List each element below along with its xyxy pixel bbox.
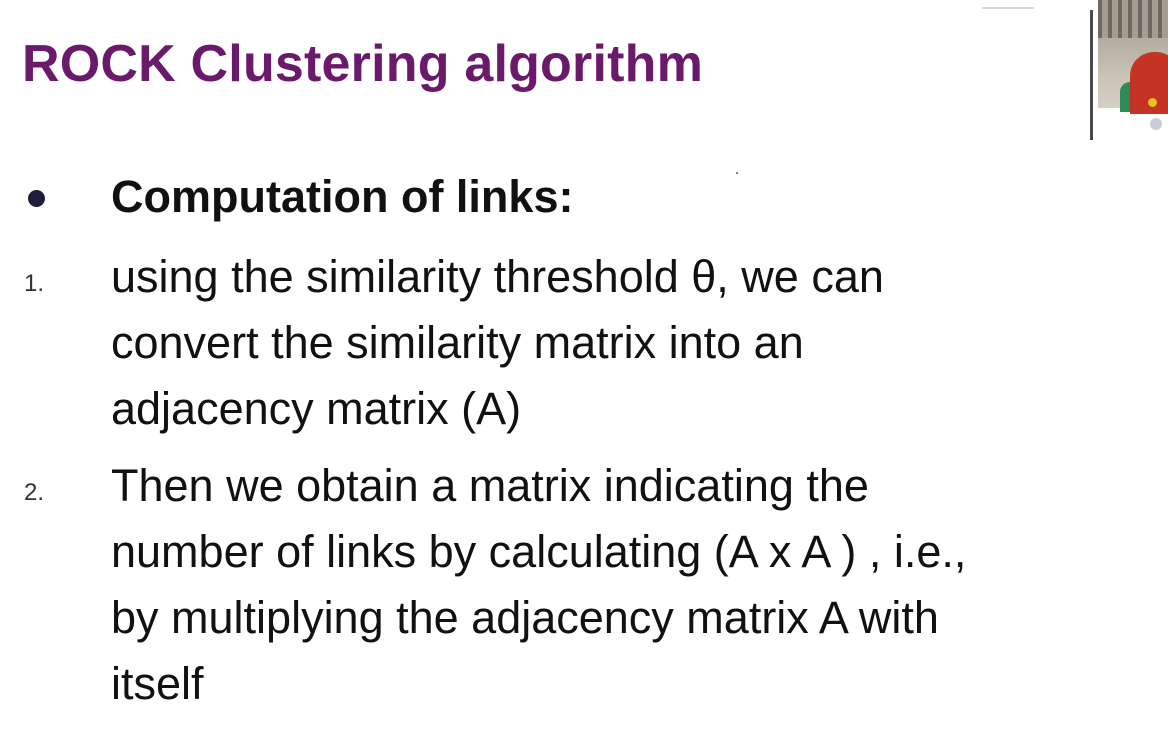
webcam-indicator-icon bbox=[1150, 118, 1162, 130]
presentation-slide: ROCK Clustering algorithm Computation of… bbox=[0, 0, 1168, 743]
webcam-divider bbox=[1090, 10, 1093, 140]
webcam-background-shelf bbox=[1098, 0, 1168, 38]
bullet-text: Computation of links: bbox=[111, 171, 574, 222]
bullet-item: Computation of links: bbox=[22, 172, 922, 222]
item-text: Then we obtain a matrix indicating the n… bbox=[111, 460, 967, 709]
top-divider-line bbox=[982, 7, 1034, 9]
item-text: using the similarity threshold θ, we can… bbox=[111, 251, 884, 434]
bullet-dot-icon bbox=[28, 190, 45, 207]
webcam-overlay[interactable] bbox=[1090, 0, 1168, 140]
slide-title: ROCK Clustering algorithm bbox=[22, 35, 704, 93]
webcam-status-dot-icon bbox=[1148, 98, 1157, 107]
item-number: 2. bbox=[24, 479, 45, 506]
stray-pixel bbox=[736, 172, 738, 174]
item-number: 1. bbox=[24, 270, 45, 297]
